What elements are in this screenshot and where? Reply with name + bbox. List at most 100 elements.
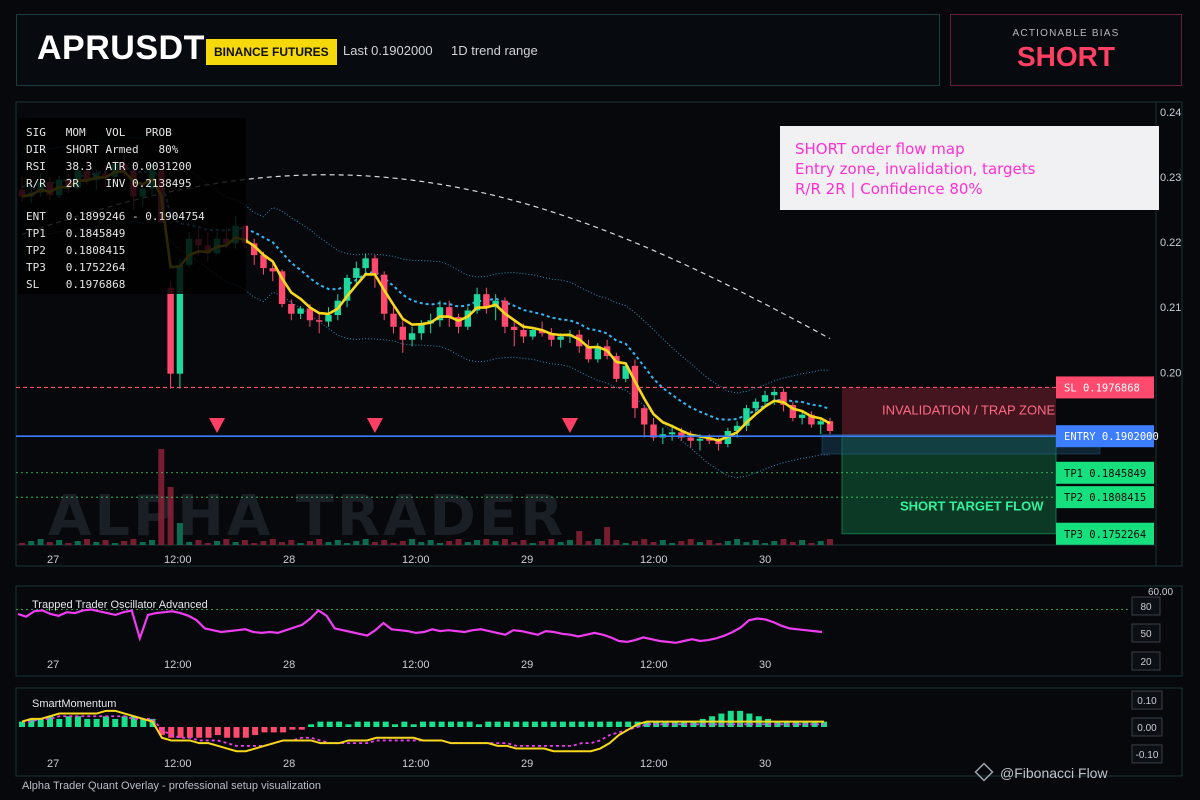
volume-bar xyxy=(84,539,91,545)
momentum-bar xyxy=(196,727,203,738)
volume-bar xyxy=(436,543,443,545)
candle-body xyxy=(511,326,518,331)
momentum-time-tick: 12:00 xyxy=(402,758,430,770)
volume-bar xyxy=(93,542,100,545)
time-axis-tick: 27 xyxy=(47,554,59,566)
volume-bar xyxy=(641,539,648,545)
momentum-bar xyxy=(382,721,389,727)
volume-bar xyxy=(186,542,193,545)
setup-note: SHORT order flow map Entry zone, invalid… xyxy=(780,126,1159,210)
price-axis-tick: 0.21 xyxy=(1160,302,1181,314)
note-line: SHORT order flow map xyxy=(795,140,965,158)
momentum-time-tick: 12:00 xyxy=(164,758,192,770)
price-axis-tick: 0.22 xyxy=(1160,237,1181,249)
volume-bar xyxy=(362,539,369,545)
candle-body xyxy=(520,330,527,337)
momentum-bar xyxy=(224,727,231,738)
momentum-bar xyxy=(93,718,100,727)
note-line: R/R 2R | Confidence 80% xyxy=(795,180,983,198)
momentum-bar xyxy=(531,721,538,727)
candle-body xyxy=(557,336,564,340)
volume-bar xyxy=(214,541,221,545)
volume-bar xyxy=(316,539,323,545)
time-axis-tick: 28 xyxy=(283,554,295,566)
volume-bar xyxy=(19,543,25,545)
volume-bar xyxy=(306,541,313,545)
momentum-bar xyxy=(503,721,510,727)
momentum-axis-tick: -0.10 xyxy=(1136,750,1159,761)
stop-loss-tag-label: SL 0.1976868 xyxy=(1064,382,1140,394)
oscillator-axis-tick: 20 xyxy=(1140,657,1152,668)
volume-bar xyxy=(427,540,434,545)
momentum-bar xyxy=(270,727,277,733)
sell-signal-icon xyxy=(209,418,226,433)
volume-bar xyxy=(613,540,620,545)
bias-label: ACTIONABLE BIAS xyxy=(1012,28,1120,39)
target-zone-label: SHORT TARGET FLOW xyxy=(900,499,1044,514)
last-price: Last 0.1902000 xyxy=(343,43,433,58)
volume-bar xyxy=(464,542,471,545)
momentum-bar xyxy=(56,718,63,727)
signal-row: R/R 2R INV 0.2138495 xyxy=(26,177,192,190)
volume-bar xyxy=(474,540,481,545)
volume-bar xyxy=(529,543,536,545)
signal-row: ENT 0.1899246 - 0.1904754 xyxy=(26,210,205,223)
momentum-bar xyxy=(289,727,296,730)
candle-body xyxy=(362,258,369,269)
momentum-bar xyxy=(252,727,259,736)
momentum-axis-tick: 0.10 xyxy=(1137,696,1157,707)
entry-tag-label: ENTRY 0.1902000 xyxy=(1064,431,1159,443)
signal-table: SIG MOM VOL PROB DIR SHORT Armed 80% RSI… xyxy=(18,118,246,294)
candle-body xyxy=(390,313,397,327)
price-axis-tick: 0.24 xyxy=(1160,107,1181,119)
volume-bar xyxy=(409,539,416,545)
price-axis-tick: 0.20 xyxy=(1160,367,1181,379)
tp1-tag-label: TP1 0.1845849 xyxy=(1064,468,1146,480)
oscillator-time-tick: 12:00 xyxy=(640,659,668,671)
volume-bar xyxy=(195,540,202,545)
volume-bar xyxy=(827,539,833,545)
bias-panel: ACTIONABLE BIAS SHORT xyxy=(950,14,1182,86)
signal-row: SL 0.1976868 xyxy=(26,278,126,291)
momentum-bar xyxy=(457,721,464,727)
momentum-bar xyxy=(205,727,212,738)
volume-bar xyxy=(715,543,722,545)
momentum-bar xyxy=(541,721,548,727)
volume-bar xyxy=(204,543,211,545)
time-axis-tick: 12:00 xyxy=(164,554,192,566)
volume-bar xyxy=(650,542,657,545)
volume-bar xyxy=(130,539,137,545)
volume-bar xyxy=(232,542,239,545)
volume-bar xyxy=(399,541,406,545)
momentum-bar xyxy=(550,721,557,727)
volume-bar xyxy=(520,540,527,545)
signal-row: TP2 0.1808415 xyxy=(26,244,126,257)
volume-bar xyxy=(576,531,583,545)
sell-signal-icon xyxy=(561,418,578,433)
symbol-title: APRUSDT xyxy=(37,29,205,67)
momentum-time-tick: 29 xyxy=(521,758,533,770)
momentum-time-tick: 30 xyxy=(759,758,771,770)
signal-row: TP1 0.1845849 xyxy=(26,227,126,240)
momentum-bar xyxy=(373,721,380,727)
volume-bar xyxy=(149,540,156,545)
momentum-bar xyxy=(475,724,482,727)
oscillator-time-tick: 12:00 xyxy=(402,659,430,671)
sell-signal-icon xyxy=(366,418,383,433)
momentum-bar xyxy=(37,718,44,727)
volume-bar xyxy=(761,543,768,545)
candle-body xyxy=(641,408,648,425)
volume-bar xyxy=(56,540,63,545)
volume-bar xyxy=(297,543,304,545)
volume-bar xyxy=(279,542,286,545)
momentum-bar xyxy=(102,716,109,727)
momentum-bar xyxy=(326,721,333,727)
oscillator-title: Trapped Trader Oscillator Advanced xyxy=(32,599,208,611)
candle-body xyxy=(371,258,379,275)
momentum-bar xyxy=(233,727,240,738)
momentum-bar xyxy=(513,721,520,727)
volume-bar xyxy=(734,539,741,545)
candle-body xyxy=(315,320,323,322)
credit-text: @Fibonacci Flow xyxy=(1000,765,1108,781)
volume-bar xyxy=(808,543,815,545)
